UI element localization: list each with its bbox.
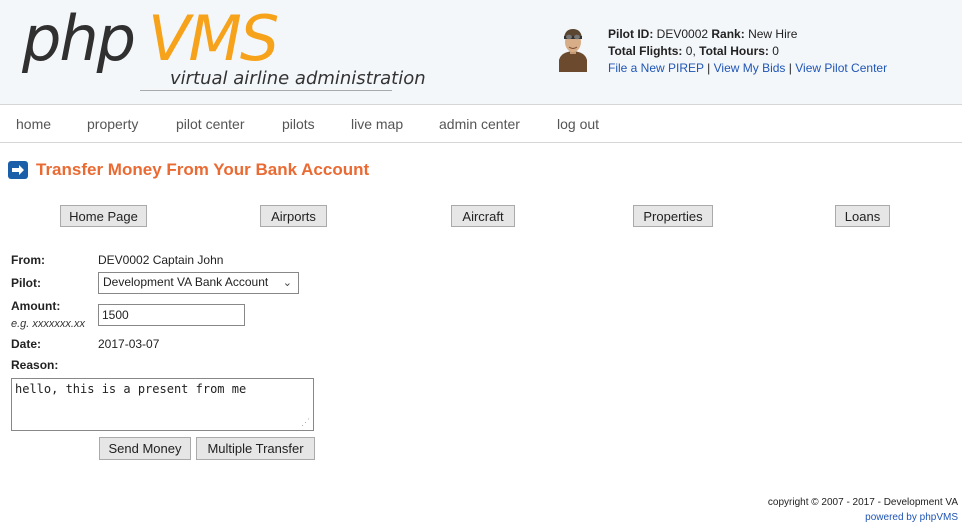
nav-pilot-center[interactable]: pilot center xyxy=(176,116,244,132)
total-flights: 0, xyxy=(685,44,696,58)
logo-vms-text: VMS xyxy=(148,2,279,75)
pilot-select[interactable]: Development VA Bank Account ⌄ xyxy=(98,272,299,294)
resize-grip-icon[interactable]: ⋰ xyxy=(301,418,310,428)
arrow-right-icon xyxy=(8,161,28,179)
total-hours-label: Total Hours: xyxy=(699,44,769,58)
send-money-button[interactable]: Send Money xyxy=(99,437,191,460)
logo-subtitle: virtual airline administration xyxy=(170,68,426,89)
reason-label: Reason: xyxy=(11,358,59,372)
view-bids-link[interactable]: View My Bids xyxy=(714,61,786,75)
rank: New Hire xyxy=(748,27,798,41)
copyright-text: copyright © 2007 - 2017 - Development VA xyxy=(767,497,958,508)
properties-button[interactable]: Properties xyxy=(633,205,713,227)
nav-log-out[interactable]: log out xyxy=(557,116,599,132)
nav-admin-center[interactable]: admin center xyxy=(439,116,520,132)
main-nav: home property pilot center pilots live m… xyxy=(0,104,962,143)
header: php VMS virtual airline administration P… xyxy=(0,0,962,104)
link-separator: | xyxy=(788,61,792,75)
pilot-label: Pilot: xyxy=(11,276,41,290)
phpvms-logo[interactable]: php VMS virtual airline administration xyxy=(22,2,426,102)
loans-button[interactable]: Loans xyxy=(835,205,890,227)
pilot-id: DEV0002 xyxy=(656,27,709,41)
pilot-avatar-icon xyxy=(559,29,587,72)
from-label: From: xyxy=(11,253,45,267)
nav-home[interactable]: home xyxy=(16,116,51,132)
date-label: Date: xyxy=(11,337,42,351)
link-separator: | xyxy=(707,61,711,75)
footer: copyright © 2007 - 2017 - Development VA… xyxy=(768,495,958,525)
chevron-down-icon: ⌄ xyxy=(282,277,292,289)
rank-label: Rank: xyxy=(711,27,745,41)
logo-underline xyxy=(140,90,392,91)
pilot-links: File a New PIREP | View My Bids | View P… xyxy=(608,60,887,77)
pilot-info: Pilot ID: DEV0002 Rank: New Hire Total F… xyxy=(608,26,887,77)
pilot-id-label: Pilot ID: xyxy=(608,27,654,41)
amount-input[interactable]: 1500 xyxy=(98,304,245,326)
view-pilot-center-link[interactable]: View Pilot Center xyxy=(795,61,887,75)
airports-button[interactable]: Airports xyxy=(260,205,327,227)
pilot-id-line: Pilot ID: DEV0002 Rank: New Hire xyxy=(608,26,887,43)
date-value: 2017-03-07 xyxy=(98,337,160,351)
amount-hint: e.g. xxxxxxx.xx xyxy=(11,318,85,330)
reason-textarea[interactable]: hello, this is a present from me ⋰ xyxy=(11,378,314,431)
nav-live-map[interactable]: live map xyxy=(351,116,403,132)
aircraft-button[interactable]: Aircraft xyxy=(451,205,515,227)
home-page-button[interactable]: Home Page xyxy=(60,205,147,227)
total-hours: 0 xyxy=(772,44,779,58)
nav-property[interactable]: property xyxy=(87,116,138,132)
total-flights-label: Total Flights: xyxy=(608,44,683,58)
pilot-stats-line: Total Flights: 0, Total Hours: 0 xyxy=(608,43,887,60)
file-pirep-link[interactable]: File a New PIREP xyxy=(608,61,704,75)
reason-text: hello, this is a present from me xyxy=(15,382,247,396)
multiple-transfer-button[interactable]: Multiple Transfer xyxy=(196,437,315,460)
logo-php-text: php xyxy=(22,2,136,75)
from-value: DEV0002 Captain John xyxy=(98,253,224,267)
page-title: Transfer Money From Your Bank Account xyxy=(36,160,370,179)
amount-label: Amount: xyxy=(11,299,61,313)
nav-pilots[interactable]: pilots xyxy=(282,116,315,132)
pilot-select-value: Development VA Bank Account xyxy=(103,275,269,289)
